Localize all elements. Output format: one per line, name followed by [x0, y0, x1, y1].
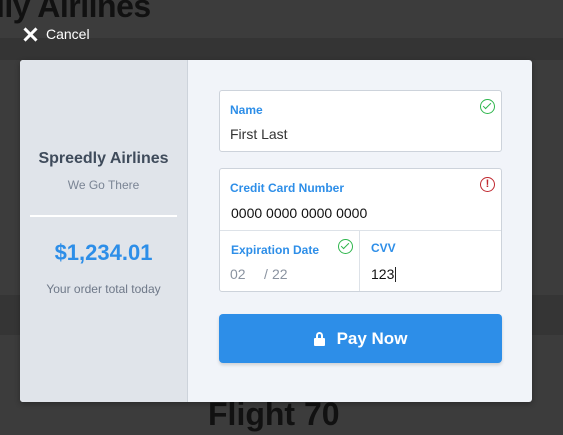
- expiration-month-input[interactable]: 02: [230, 266, 246, 282]
- order-amount-note: Your order total today: [46, 282, 161, 296]
- pay-now-button[interactable]: Pay Now: [219, 314, 502, 363]
- field-divider: [220, 230, 501, 231]
- name-input[interactable]: First Last: [230, 126, 288, 142]
- cvv-input[interactable]: 123: [371, 266, 397, 282]
- order-amount: $1,234.01: [54, 240, 153, 265]
- error-circle-icon: !: [480, 177, 495, 192]
- cvv-value: 123: [371, 266, 395, 282]
- expiration-separator: /: [264, 266, 268, 282]
- card-number-input[interactable]: 0000 0000 0000 0000: [231, 205, 367, 221]
- close-icon: [22, 26, 38, 42]
- company-tagline: We Go There: [67, 178, 140, 192]
- name-field[interactable]: Name First Last: [219, 90, 502, 152]
- expiration-year-input[interactable]: 22: [272, 266, 288, 282]
- company-name: Spreedly Airlines: [38, 150, 169, 167]
- check-circle-icon: [480, 99, 495, 114]
- text-caret: [395, 266, 397, 282]
- expiration-date-label: Expiration Date: [231, 243, 320, 257]
- field-divider: [359, 231, 360, 291]
- payment-modal: Spreedly Airlines We Go There $1,234.01 …: [20, 60, 532, 402]
- lock-icon: [313, 331, 325, 346]
- background-title: lly Airlines: [0, 0, 151, 24]
- name-label: Name: [230, 103, 263, 117]
- cvv-label: CVV: [371, 241, 396, 255]
- pay-now-label: Pay Now: [336, 328, 408, 348]
- check-circle-icon: [338, 239, 353, 254]
- order-summary-sidebar: Spreedly Airlines We Go There $1,234.01 …: [20, 60, 188, 402]
- card-number-label: Credit Card Number: [230, 181, 345, 195]
- cancel-button[interactable]: Cancel: [22, 26, 90, 42]
- cancel-label: Cancel: [46, 26, 90, 42]
- sidebar-divider: [30, 215, 177, 217]
- card-details-group: Credit Card Number ! 0000 0000 0000 0000…: [219, 168, 502, 292]
